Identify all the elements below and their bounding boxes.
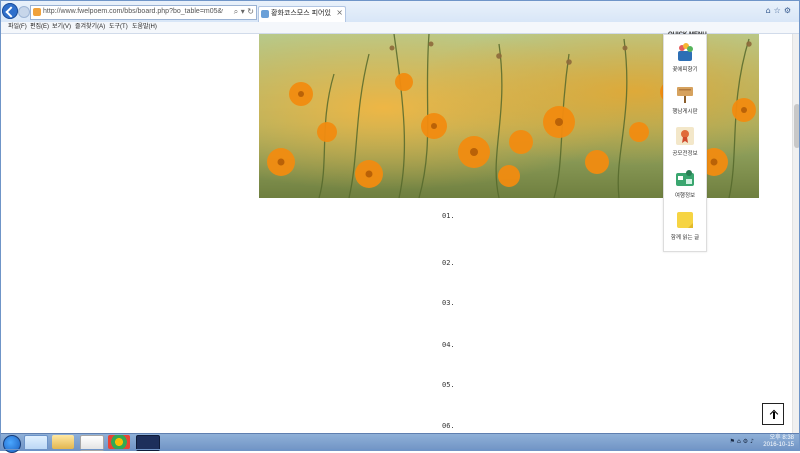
sticky-note-icon [677,212,693,228]
quick-item-label-1: 꽃에피향기 [672,67,698,73]
ie-taskbar-icon[interactable] [24,435,48,451]
list-number-05: 05. [442,381,455,389]
menu-tools[interactable]: 도구(T) [109,23,128,32]
wooden-sign-icon [677,87,693,103]
tab-close-icon[interactable]: × [336,8,343,18]
windows-taskbar: ⚑⌂⚙♪ 오후 8:38 2016-10-15 [0,433,800,453]
quick-item-label-5: 함께 읽는 글 [670,235,700,241]
menu-help[interactable]: 도움말(H) [132,23,157,32]
address-bar[interactable]: http://www.fwelpoem.com/bbs/board.php?bo… [30,5,257,20]
folder-taskbar-icon[interactable] [52,435,74,449]
back-to-top-button[interactable] [762,403,784,425]
browser-tab[interactable]: 황화코스모스 피어있는 풍... × [258,6,346,23]
start-button[interactable] [3,435,21,453]
site-favicon-icon [33,8,41,16]
forward-button[interactable] [18,6,30,18]
quick-item-label-2: 행남게시판 [672,109,698,115]
map-icon [676,170,694,186]
quick-item-label-3: 공모전정보 [672,151,698,157]
browser-right-icons[interactable]: ⌂☆⚙ [766,6,794,16]
chrome-taskbar-icon[interactable] [108,435,130,449]
menu-file[interactable]: 파일(F) [8,23,27,32]
menu-edit[interactable]: 편집(E) [30,23,49,32]
quick-item-1[interactable]: 꽃에피향기 [669,39,701,79]
address-url[interactable]: http://www.fwelpoem.com/bbs/board.php?bo… [43,7,223,17]
clock-date: 2016-10-15 [763,442,794,448]
tab-favicon-icon [261,10,269,18]
scrollbar-thumb[interactable] [794,104,800,148]
quick-item-4[interactable]: 여행정보 [669,165,701,205]
menu-favorites[interactable]: 즐겨찾기(A) [75,23,105,32]
system-tray-icons[interactable]: ⚑⌂⚙♪ [730,438,756,446]
page-scrollbar[interactable] [792,34,800,433]
list-number-01: 01. [442,212,455,220]
list-number-06: 06. [442,422,455,430]
quick-item-2[interactable]: 행남게시판 [669,81,701,121]
award-icon [676,127,694,145]
list-number-04: 04. [442,341,455,349]
clock-time: 오후 8:38 [769,435,794,441]
photoshop-taskbar-icon[interactable] [136,435,160,451]
list-number-02: 02. [442,259,455,267]
back-button[interactable] [2,3,18,19]
media-player-taskbar-icon[interactable] [80,435,104,451]
quick-item-label-4: 여행정보 [674,193,696,199]
tab-title: 황화코스모스 피어있는 풍... [271,10,331,17]
quick-item-5[interactable]: 함께 읽는 글 [669,207,701,247]
menu-view[interactable]: 보기(V) [52,23,71,32]
quick-item-3[interactable]: 공모전정보 [669,123,701,163]
list-number-03: 03. [442,299,455,307]
address-actions-icon[interactable]: ⌕ ▾ ↻ [234,7,254,17]
taskbar-clock[interactable]: 오후 8:38 2016-10-15 [763,435,794,449]
browser-toolbar: http://www.fwelpoem.com/bbs/board.php?bo… [0,0,800,23]
flower-pot-icon [678,43,693,61]
quick-menu: 꽃에피향기 행남게시판 공모전정보 여행정보 함께 읽는 글 [663,34,707,252]
